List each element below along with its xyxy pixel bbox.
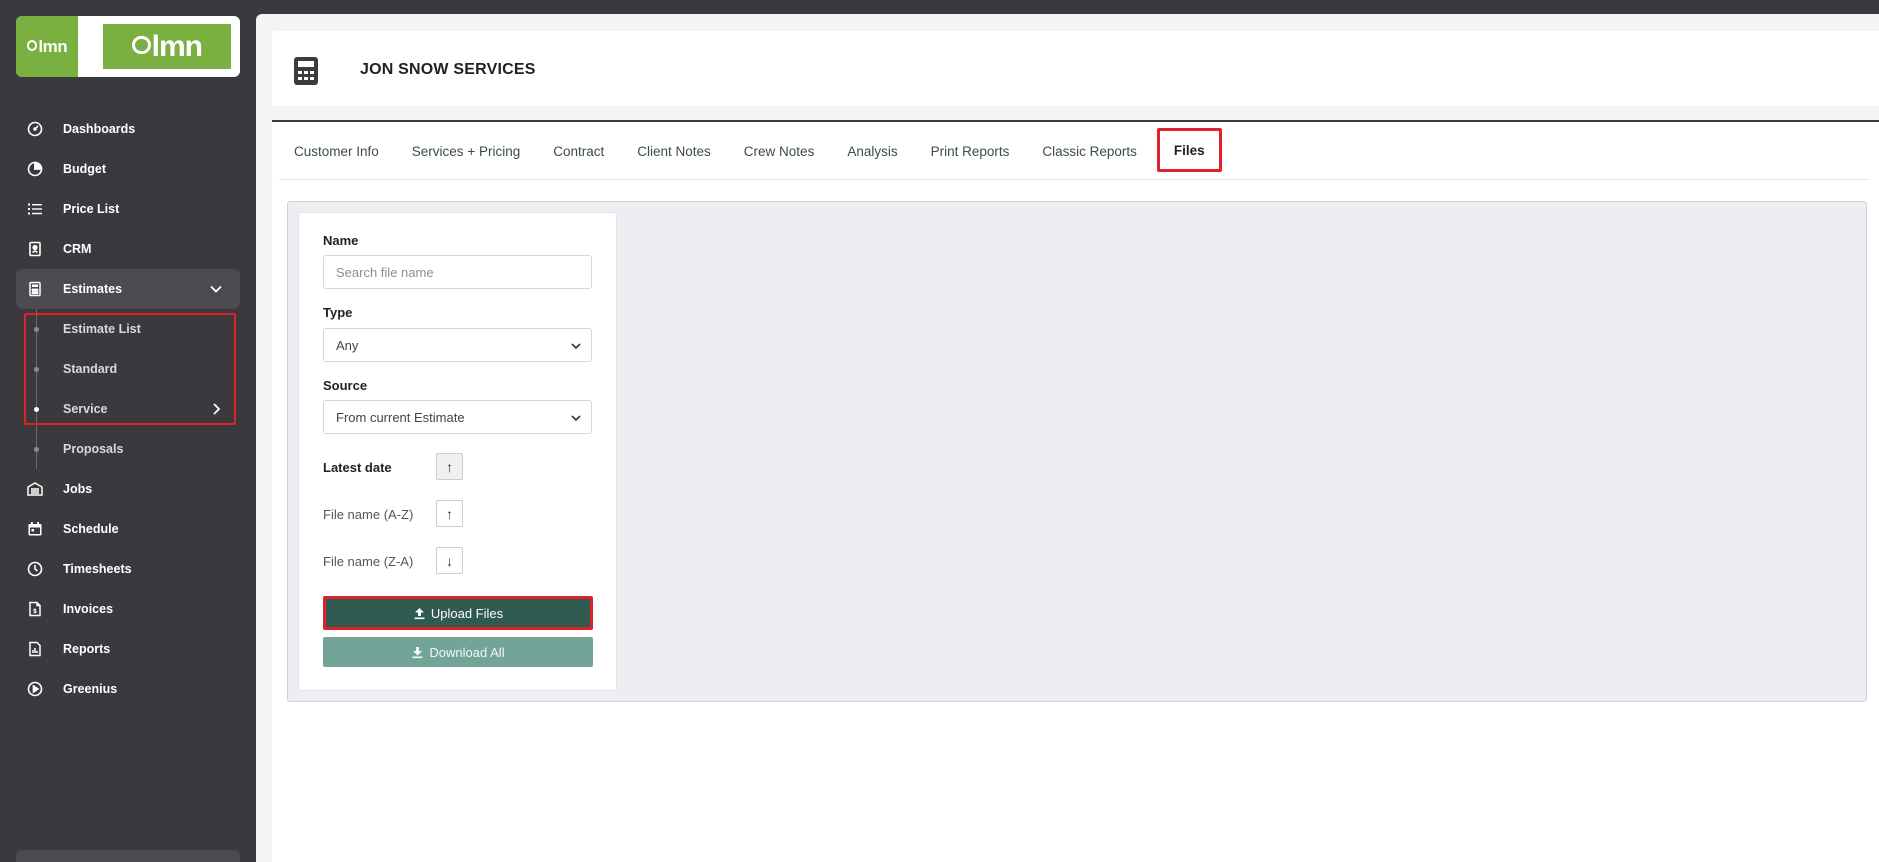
sidebar-subitem-label: Estimate List — [63, 322, 141, 336]
sidebar-item-label: Dashboards — [63, 122, 136, 136]
source-select-value: From current Estimate — [336, 409, 465, 425]
sidebar-nav: Dashboards Budget Price List CRM Estimat… — [16, 109, 240, 709]
sidebar: lmn lmn Dashboards Budget Price List CRM… — [0, 0, 256, 862]
sidebar-subitem-label: Proposals — [63, 442, 124, 456]
sort-name-asc: File name (A-Z) ↑ — [323, 500, 473, 528]
tab-print-reports[interactable]: Print Reports — [916, 134, 1025, 168]
files-panel: Name Type Any Source From current Estima… — [287, 201, 1867, 702]
sidebar-item-reports[interactable]: Reports — [16, 629, 240, 669]
sort-label: Latest date — [323, 459, 392, 475]
chevron-down-icon — [571, 415, 581, 422]
calculator-icon — [294, 57, 318, 85]
sidebar-item-crm[interactable]: CRM — [16, 229, 240, 269]
sidebar-item-timesheets[interactable]: Timesheets — [16, 549, 240, 589]
sort-name-desc: File name (Z-A) ↓ — [323, 547, 473, 575]
upload-icon — [414, 607, 425, 619]
chevron-down-icon — [571, 343, 581, 350]
logo-small-mark: lmn — [16, 16, 78, 77]
contact-card-icon — [29, 241, 41, 257]
page-header: JON SNOW SERVICES — [272, 31, 1879, 106]
svg-text:$: $ — [33, 608, 37, 615]
tab-client-notes[interactable]: Client Notes — [622, 134, 726, 168]
source-select[interactable]: From current Estimate — [323, 400, 592, 434]
sidebar-item-label: Price List — [63, 202, 120, 216]
sidebar-footer — [16, 850, 240, 862]
sidebar-item-budget[interactable]: Budget — [16, 149, 240, 189]
sidebar-item-price-list[interactable]: Price List — [16, 189, 240, 229]
sidebar-subitem-label: Service — [63, 402, 108, 416]
report-icon — [29, 641, 41, 657]
sidebar-subitem-service[interactable]: Service — [16, 389, 240, 429]
tab-crew-notes[interactable]: Crew Notes — [729, 134, 830, 168]
tab-files[interactable]: Files — [1156, 128, 1222, 172]
tab-services-pricing[interactable]: Services + Pricing — [397, 134, 535, 168]
type-select-value: Any — [336, 337, 359, 353]
sort-name-asc-button[interactable]: ↑ — [436, 500, 463, 527]
gauge-icon — [27, 121, 43, 137]
logo[interactable]: lmn lmn — [16, 16, 240, 77]
list-icon — [28, 203, 42, 215]
sidebar-item-label: Budget — [63, 162, 107, 176]
file-filter-panel: Name Type Any Source From current Estima… — [298, 212, 617, 691]
sidebar-subitem-proposals[interactable]: Proposals — [16, 429, 240, 469]
main-area: JON SNOW SERVICES Customer Info Services… — [256, 14, 1879, 862]
sidebar-item-dashboards[interactable]: Dashboards — [16, 109, 240, 149]
tab-bar: Customer Info Services + Pricing Contrac… — [279, 128, 1869, 180]
sidebar-subitem-standard[interactable]: Standard — [16, 349, 240, 389]
sidebar-subitem-label: Standard — [63, 362, 118, 376]
sidebar-item-jobs[interactable]: Jobs — [16, 469, 240, 509]
tab-customer-info[interactable]: Customer Info — [279, 134, 394, 168]
sidebar-item-label: Greenius — [63, 682, 118, 696]
page-title: JON SNOW SERVICES — [360, 61, 536, 78]
download-all-label: Download All — [429, 644, 505, 660]
chevron-down-icon — [210, 285, 222, 293]
sidebar-item-label: Estimates — [63, 282, 123, 296]
tab-contract[interactable]: Contract — [538, 134, 619, 168]
search-file-name-input[interactable] — [323, 255, 592, 289]
sidebar-item-label: Invoices — [63, 602, 114, 616]
garage-icon — [27, 482, 43, 496]
sidebar-item-label: Reports — [63, 642, 111, 656]
sidebar-item-schedule[interactable]: Schedule — [16, 509, 240, 549]
tab-analysis[interactable]: Analysis — [832, 134, 912, 168]
sidebar-item-label: CRM — [63, 242, 92, 256]
estimates-submenu: Estimate List Standard Service Proposals — [16, 309, 240, 469]
sidebar-subitem-estimate-list[interactable]: Estimate List — [16, 309, 240, 349]
logo-wordmark: lmn — [103, 24, 231, 69]
upload-files-label: Upload Files — [430, 605, 504, 621]
sidebar-item-label: Schedule — [63, 522, 119, 536]
source-label: Source — [323, 378, 368, 393]
play-circle-icon — [27, 681, 43, 697]
download-all-button[interactable]: Download All — [323, 637, 593, 667]
sidebar-item-label: Jobs — [63, 482, 93, 496]
estimate-content: Customer Info Services + Pricing Contrac… — [272, 120, 1879, 862]
invoice-icon: $ — [29, 601, 41, 617]
pie-chart-icon — [27, 161, 43, 177]
calendar-icon — [28, 522, 42, 536]
clock-icon — [27, 561, 43, 577]
sort-label: File name (A-Z) — [323, 506, 414, 522]
sidebar-item-greenius[interactable]: Greenius — [16, 669, 240, 709]
chevron-right-icon — [213, 403, 221, 415]
upload-files-button[interactable]: Upload Files — [323, 596, 593, 630]
sort-name-desc-button[interactable]: ↓ — [436, 547, 463, 574]
sort-latest-date: Latest date ↑ — [323, 453, 473, 481]
download-icon — [412, 646, 423, 658]
type-select[interactable]: Any — [323, 328, 592, 362]
sidebar-item-invoices[interactable]: $ Invoices — [16, 589, 240, 629]
type-label: Type — [323, 305, 353, 320]
name-label: Name — [323, 233, 359, 248]
sort-label: File name (Z-A) — [323, 553, 414, 569]
sort-latest-date-button[interactable]: ↑ — [436, 453, 463, 480]
sidebar-item-estimates[interactable]: Estimates — [16, 269, 240, 309]
calculator-icon — [29, 281, 41, 297]
tab-classic-reports[interactable]: Classic Reports — [1027, 134, 1152, 168]
sidebar-item-label: Timesheets — [63, 562, 132, 576]
